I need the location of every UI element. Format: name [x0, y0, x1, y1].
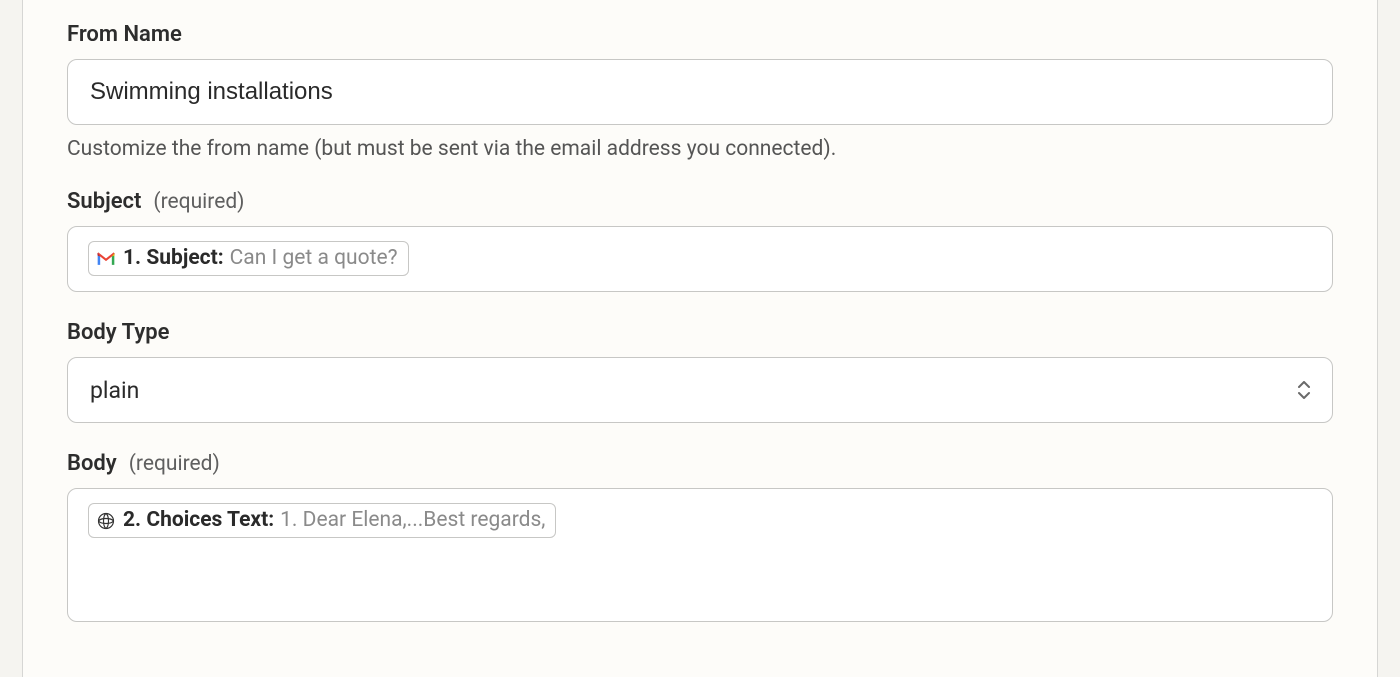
from-name-helper: Customize the from name (but must be sen… [67, 137, 1333, 161]
body-type-group: Body Type plain [67, 320, 1333, 423]
subject-pill[interactable]: 1. Subject: Can I get a quote? [88, 241, 409, 276]
body-group: Body (required) 2. Choices Text: [67, 451, 1333, 622]
subject-required: (required) [153, 190, 244, 214]
body-type-label: Body Type [67, 320, 169, 345]
body-label: Body [67, 451, 117, 476]
body-required: (required) [129, 452, 220, 476]
select-updown-icon [1297, 381, 1311, 399]
subject-pill-value: Can I get a quote? [230, 245, 398, 272]
from-name-input[interactable] [67, 59, 1333, 125]
body-input[interactable]: 2. Choices Text: 1. Dear Elena,...Best r… [67, 488, 1333, 622]
subject-input[interactable]: 1. Subject: Can I get a quote? [67, 226, 1333, 292]
subject-pill-label: 1. Subject: [123, 245, 224, 272]
openai-icon [95, 510, 117, 532]
body-pill-value: 1. Dear Elena,...Best regards, [280, 507, 545, 534]
subject-group: Subject (required) 1. Subject: [67, 189, 1333, 292]
body-type-select[interactable]: plain [67, 357, 1333, 423]
gmail-icon [95, 248, 117, 270]
body-pill-label: 2. Choices Text: [123, 507, 274, 534]
from-name-group: From Name Customize the from name (but m… [67, 22, 1333, 161]
form-panel: From Name Customize the from name (but m… [22, 0, 1378, 677]
subject-label: Subject [67, 189, 141, 214]
from-name-label: From Name [67, 22, 182, 47]
body-type-value: plain [90, 377, 139, 404]
body-pill[interactable]: 2. Choices Text: 1. Dear Elena,...Best r… [88, 503, 556, 538]
